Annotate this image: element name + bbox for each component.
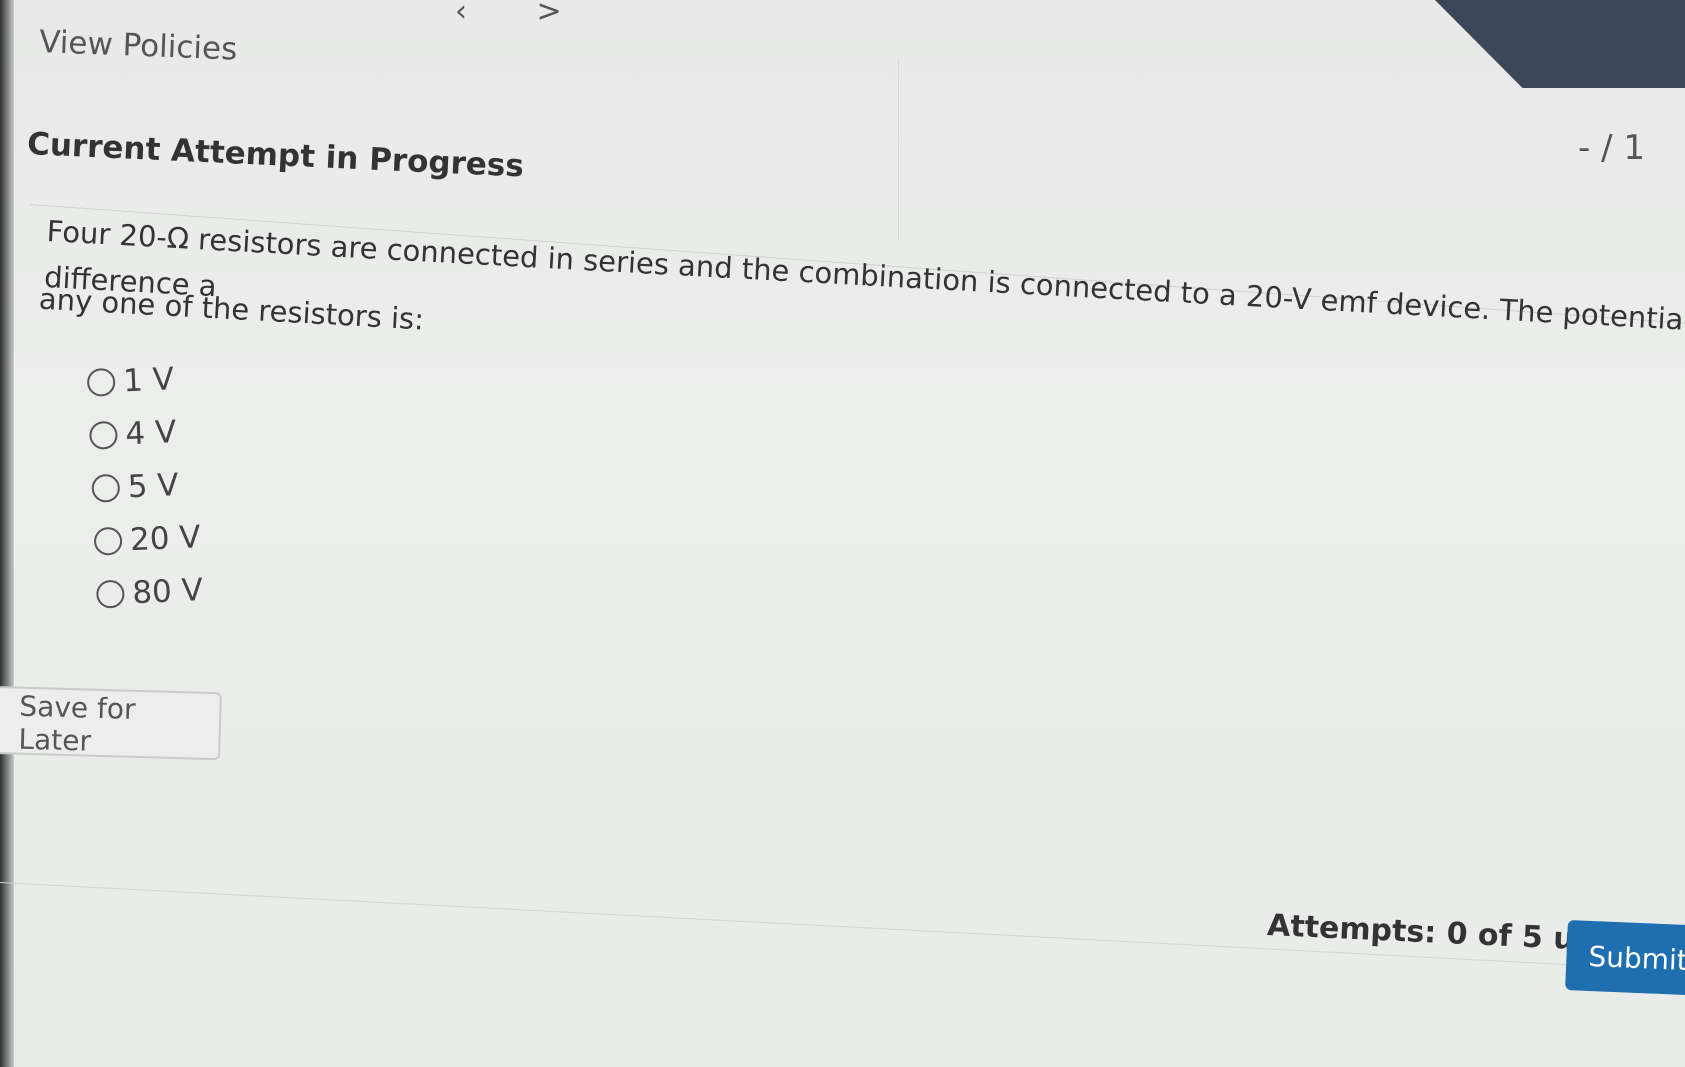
option-label: 80 V	[131, 571, 204, 611]
radio-button[interactable]	[95, 579, 125, 609]
option-label: 1 V	[122, 360, 175, 399]
quiz-screen: ‹ > View Policies Current Attempt in Pro…	[0, 0, 1685, 1067]
save-for-later-button[interactable]: Save for Later	[0, 686, 222, 761]
option-20v[interactable]: 20 V	[93, 510, 202, 568]
dark-background-corner	[1435, 0, 1685, 88]
radio-button[interactable]	[86, 367, 116, 397]
option-80v[interactable]: 80 V	[95, 563, 204, 621]
question-score: - / 1	[1578, 128, 1645, 168]
question-text: Four 20-Ω resistors are connected in ser…	[38, 208, 1685, 414]
radio-button[interactable]	[88, 420, 119, 450]
submit-answer-button[interactable]: Submit A	[1565, 920, 1685, 998]
chevron-left-icon[interactable]: ‹	[455, 0, 467, 29]
option-1v[interactable]: 1 V	[86, 351, 195, 409]
chevron-right-icon[interactable]: >	[537, 0, 562, 29]
nav-arrows: ‹ >	[455, 0, 622, 29]
option-4v[interactable]: 4 V	[88, 404, 197, 462]
option-5v[interactable]: 5 V	[91, 457, 200, 515]
radio-button[interactable]	[93, 526, 123, 556]
screen-left-edge	[0, 0, 14, 1067]
answer-options: 1 V 4 V 5 V 20 V 80 V	[86, 351, 204, 620]
view-policies-link[interactable]: View Policies	[39, 24, 238, 68]
option-label: 4 V	[124, 413, 177, 452]
attempt-title: Current Attempt in Progress	[26, 126, 525, 185]
option-label: 20 V	[129, 518, 202, 558]
option-label: 5 V	[126, 466, 180, 505]
vertical-divider	[898, 60, 899, 240]
radio-button[interactable]	[91, 473, 121, 503]
